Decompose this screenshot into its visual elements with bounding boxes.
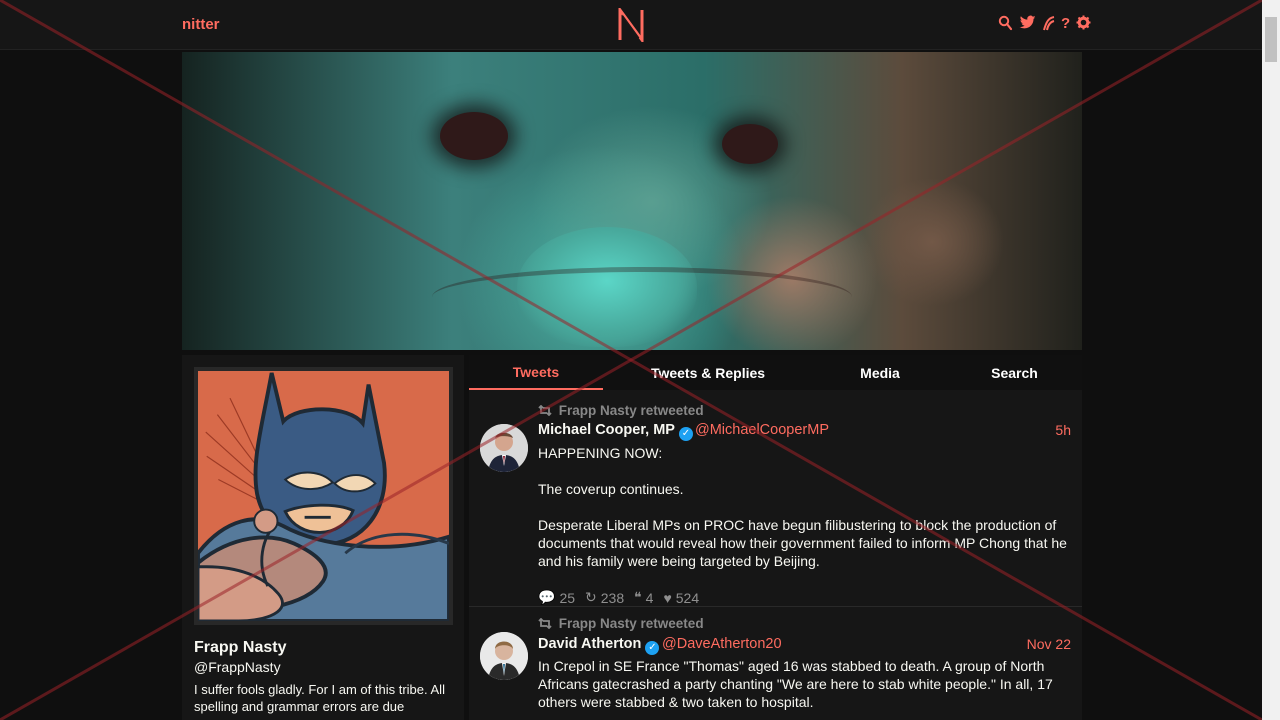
search-icon[interactable]: [998, 15, 1013, 33]
banner-eye-left: [440, 112, 508, 160]
retweet-header: Frapp Nasty retweeted: [538, 403, 704, 418]
tab-tweets-replies[interactable]: Tweets & Replies: [603, 355, 813, 390]
like-count-value: 524: [675, 589, 700, 606]
retweet-header: Frapp Nasty retweeted: [538, 616, 704, 631]
profile-avatar-image[interactable]: [194, 367, 453, 625]
profile-bio: I suffer fools gladly. For I am of this …: [194, 682, 445, 714]
retweet-icon: ↻: [585, 589, 597, 605]
tweet-content: In Crepol in SE France "Thomas" aged 16 …: [538, 658, 1053, 710]
profile-sidebar: Frapp Nasty @FrappNasty I suffer fools g…: [182, 355, 464, 720]
nitter-logo-icon[interactable]: [617, 8, 645, 42]
like-count[interactable]: ♥ 524: [663, 589, 699, 606]
tweet-author-name[interactable]: Michael Cooper, MP ✓: [538, 422, 693, 441]
tab-tweets[interactable]: Tweets: [469, 355, 603, 390]
tweet-author-handle[interactable]: @MichaelCooperMP: [695, 422, 829, 438]
banner-mouth: [432, 267, 852, 327]
tab-search[interactable]: Search: [947, 355, 1082, 390]
tweet-date[interactable]: 5h: [1055, 422, 1071, 438]
reply-count-value: 25: [559, 589, 576, 606]
profile-handle[interactable]: @FrappNasty: [194, 659, 281, 675]
timeline-tabs: Tweets Tweets & Replies Media Search: [469, 355, 1082, 390]
tweet-card[interactable]: Frapp Nasty retweeted Michael Cooper, MP…: [469, 403, 1082, 607]
timeline-panel: Tweets Tweets & Replies Media Search Fra…: [469, 355, 1082, 720]
settings-icon[interactable]: [1076, 15, 1091, 33]
author-display-name[interactable]: Michael Cooper, MP: [538, 422, 675, 438]
tweet-author-name[interactable]: David Atherton ✓: [538, 636, 660, 655]
retweet-count-value: 238: [600, 589, 625, 606]
heart-icon: ♥: [663, 589, 672, 606]
twitter-icon[interactable]: [1019, 15, 1036, 33]
tweet-author-avatar[interactable]: [480, 632, 528, 680]
tweet-content: HAPPENING NOW: The coverup continues. De…: [538, 445, 1067, 569]
verified-icon: ✓: [678, 427, 693, 441]
top-navigation-bar: nitter ?: [0, 0, 1262, 50]
retweet-label: Frapp Nasty retweeted: [558, 616, 704, 631]
retweet-count[interactable]: ↻ 238: [585, 589, 624, 606]
tweet-author-handle[interactable]: @DaveAtherton20: [662, 636, 782, 652]
profile-name[interactable]: Frapp Nasty: [194, 639, 286, 657]
quote-icon: ❝: [634, 589, 642, 605]
batman-comic-avatar: [198, 371, 449, 621]
quote-count-value: 4: [645, 589, 654, 606]
banner-eye-right: [722, 124, 778, 164]
verified-icon: ✓: [645, 641, 660, 655]
tab-media[interactable]: Media: [813, 355, 947, 390]
comment-icon: 💬: [538, 589, 556, 605]
page-scrollbar[interactable]: [1262, 0, 1280, 720]
profile-banner-image: [182, 52, 1082, 350]
rss-icon[interactable]: [1042, 15, 1055, 33]
tweet-card[interactable]: Frapp Nasty retweeted David Atherton ✓ @D…: [469, 616, 1082, 720]
retweet-icon: [538, 617, 552, 630]
retweet-label: Frapp Nasty retweeted: [558, 403, 704, 418]
scrollbar-thumb[interactable]: [1265, 17, 1277, 62]
tweet-author-avatar[interactable]: [480, 424, 528, 472]
quote-count[interactable]: ❝ 4: [634, 589, 653, 606]
tweet-stats: 💬 25 ↻ 238 ❝ 4 ♥ 524: [538, 589, 699, 606]
author-display-name[interactable]: David Atherton: [538, 636, 641, 652]
tweet-date[interactable]: Nov 22: [1027, 636, 1071, 652]
reply-count[interactable]: 💬 25: [538, 589, 575, 606]
nav-icon-group: ?: [998, 15, 1091, 33]
brand-link[interactable]: nitter: [182, 16, 220, 33]
retweet-icon: [538, 404, 552, 417]
help-icon[interactable]: ?: [1061, 15, 1070, 33]
